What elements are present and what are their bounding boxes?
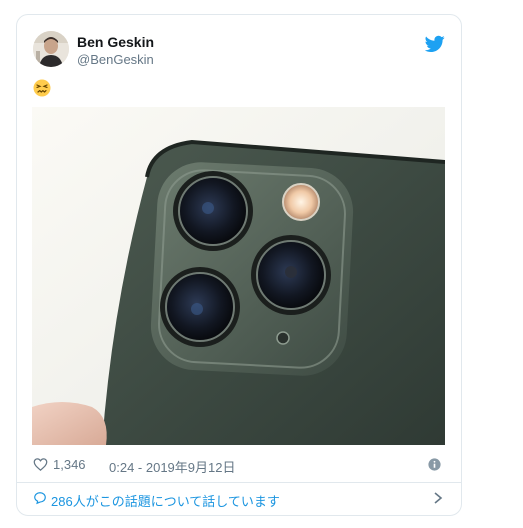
like-count[interactable]: 1,346 xyxy=(53,457,86,472)
tweet-card: Ben Geskin @BenGeskin 1,346 0:24 - 2019年… xyxy=(16,14,462,516)
tweet-meta: 1,346 0:24 - 2019年9月12日 xyxy=(33,456,445,476)
conversation-text[interactable]: 286人がこの話題について話しています xyxy=(51,491,280,510)
info-icon[interactable] xyxy=(428,458,441,471)
tweet-photo[interactable] xyxy=(32,107,445,445)
heart-icon[interactable] xyxy=(33,457,48,472)
author-name[interactable]: Ben Geskin xyxy=(77,34,154,50)
speech-bubble-icon xyxy=(34,492,46,505)
twitter-bird-icon[interactable] xyxy=(425,35,445,53)
author-avatar[interactable] xyxy=(33,31,69,67)
chevron-right-icon[interactable] xyxy=(433,492,443,504)
author-handle[interactable]: @BenGeskin xyxy=(77,52,154,67)
confounded-face-emoji-icon xyxy=(33,79,51,97)
tweet-timestamp[interactable]: 0:24 - 2019年9月12日 xyxy=(109,457,235,476)
conversation-link[interactable]: 286人がこの話題について話しています xyxy=(33,489,445,509)
tweet-header: Ben Geskin @BenGeskin xyxy=(33,31,445,67)
divider xyxy=(17,482,461,483)
